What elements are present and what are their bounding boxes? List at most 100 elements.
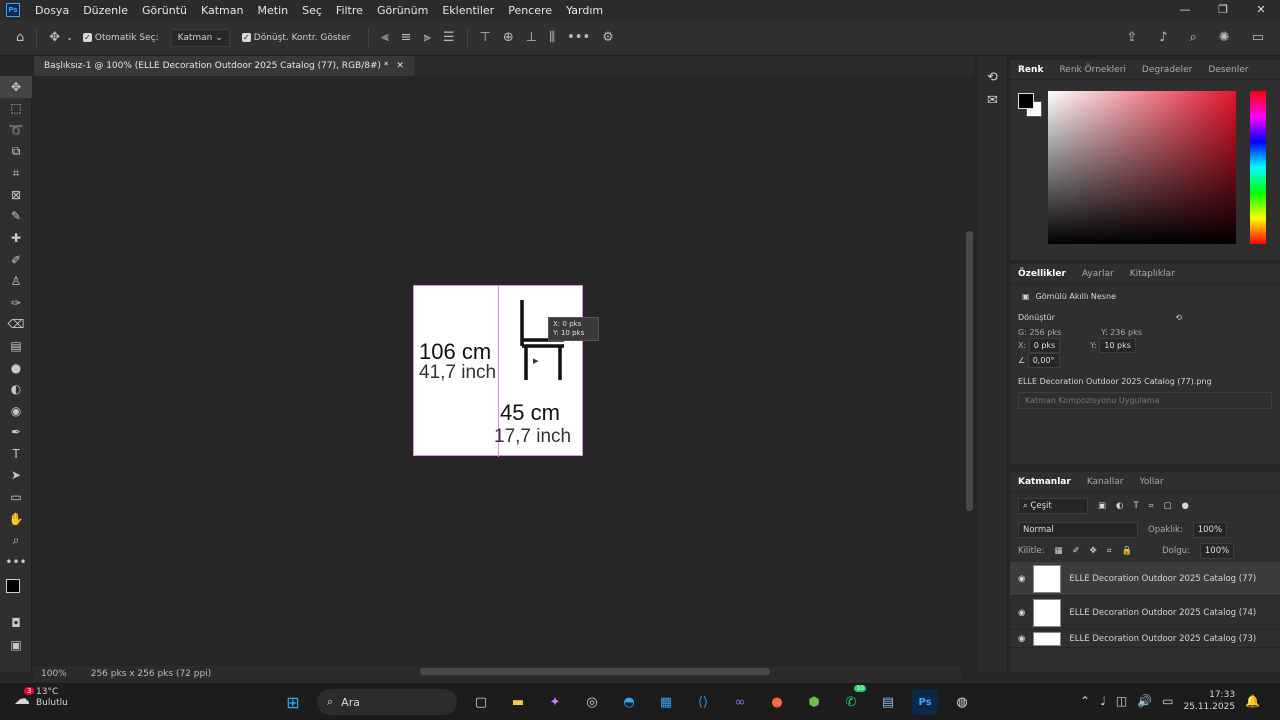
tab-swatches[interactable]: Renk Örnekleri <box>1059 65 1125 75</box>
eye-icon[interactable]: ◉ <box>1018 634 1025 644</box>
y-field[interactable]: 10 pks <box>1099 338 1136 353</box>
align-middle-icon[interactable]: ⊕ <box>503 30 514 45</box>
move-tool-icon[interactable]: ✥ <box>49 30 60 45</box>
stamp-tool-icon[interactable]: ♙ <box>0 270 32 292</box>
zoom-tool-icon[interactable]: ⌕ <box>0 529 32 551</box>
menu-layer[interactable]: Katman <box>194 4 251 17</box>
align-right-icon[interactable]: ⫸ <box>424 30 431 45</box>
auto-select-checkbox[interactable]: ✓ Otomatik Seç: <box>82 33 159 43</box>
comments-icon[interactable]: ✉ <box>978 93 1007 108</box>
gradient-tool-icon[interactable]: ▤ <box>0 335 32 357</box>
reset-icon[interactable]: ⟲ <box>1175 313 1182 322</box>
color-swatches[interactable] <box>0 573 31 613</box>
filter-pixel-icon[interactable]: ▣ <box>1098 501 1106 511</box>
search-icon[interactable]: ⌕ <box>1190 30 1197 45</box>
distribute-icon[interactable]: ☰ <box>443 30 455 45</box>
marquee-tool-icon[interactable]: ⬚ <box>0 98 32 120</box>
opacity-field[interactable]: 100% <box>1192 522 1228 538</box>
notification-icon[interactable]: 🔔 <box>1245 694 1260 708</box>
align-center-icon[interactable]: ≡ <box>401 30 412 45</box>
home-icon[interactable]: ⌂ <box>16 30 24 45</box>
filter-toggle-icon[interactable]: ● <box>1181 501 1188 511</box>
quick-mask-icon[interactable]: ◘ <box>0 613 32 635</box>
angle-field[interactable]: 0,00° <box>1027 353 1060 368</box>
tab-color[interactable]: Renk <box>1018 65 1043 75</box>
tab-gradients[interactable]: Degradeler <box>1142 65 1192 75</box>
chevron-up-icon[interactable]: ⌃ <box>1080 694 1090 708</box>
document-info[interactable]: 256 pks x 256 pks (72 ppi) <box>91 669 211 679</box>
volume-icon[interactable]: 🔊 <box>1137 694 1152 708</box>
notepad-icon[interactable]: ▤ <box>875 689 901 715</box>
battery-icon[interactable]: ▭ <box>1162 694 1173 708</box>
blend-mode-dropdown[interactable]: Normal <box>1018 522 1138 538</box>
document-tab[interactable]: Başlıksız-1 @ 100% (ELLE Decoration Outd… <box>34 56 414 76</box>
foreground-color-swatch[interactable] <box>1018 93 1034 109</box>
show-transform-checkbox[interactable]: ✓ Dönüşt. Kontr. Göster <box>241 33 350 43</box>
document-canvas[interactable]: 106 cm 41,7 inch 45 cm 17,7 inch <box>413 285 583 457</box>
lock-all-icon[interactable]: 🔒 <box>1122 546 1133 556</box>
windows-start-icon[interactable]: ⊞ <box>280 689 306 715</box>
chrome-icon[interactable]: ◍ <box>949 689 975 715</box>
clock[interactable]: 17:33 25.11.2025 <box>1184 689 1236 713</box>
menu-image[interactable]: Görüntü <box>135 4 194 17</box>
target-dropdown[interactable]: Katman ⌄ <box>170 28 230 47</box>
object-select-tool-icon[interactable]: ⧉ <box>0 141 32 163</box>
filter-adjustment-icon[interactable]: ◐ <box>1116 501 1123 511</box>
vertical-scrollbar[interactable] <box>963 76 975 666</box>
microphone-icon[interactable]: ♩ <box>1100 694 1106 708</box>
type-tool-icon[interactable]: T <box>0 443 32 465</box>
sponge-tool-icon[interactable]: ◉ <box>0 400 32 422</box>
zoom-level[interactable]: 100% <box>41 669 67 679</box>
menu-type[interactable]: Metin <box>251 4 296 17</box>
eye-icon[interactable]: ◉ <box>1018 608 1025 618</box>
menu-plugins[interactable]: Eklentiler <box>435 4 501 17</box>
lock-brush-icon[interactable]: ✐ <box>1072 546 1079 556</box>
postman-icon[interactable]: ● <box>764 689 790 715</box>
menu-window[interactable]: Pencere <box>501 4 559 17</box>
store-icon[interactable]: ▦ <box>653 689 679 715</box>
lock-position-icon[interactable]: ✥ <box>1090 546 1097 556</box>
lasso-tool-icon[interactable]: ➰ <box>0 119 32 141</box>
tab-patterns[interactable]: Desenler <box>1208 65 1248 75</box>
height-value[interactable]: 236 pks <box>1110 328 1142 337</box>
healing-tool-icon[interactable]: ✚ <box>0 227 32 249</box>
chevron-down-icon[interactable]: ⌄ <box>66 33 73 42</box>
tab-properties[interactable]: Özellikler <box>1018 269 1066 279</box>
copilot-icon[interactable]: ✦ <box>542 689 568 715</box>
task-view-icon[interactable]: ▢ <box>468 689 494 715</box>
share-icon[interactable]: ⇪ <box>1126 30 1137 45</box>
distribute-vertical-icon[interactable]: ⫼ <box>549 30 555 45</box>
crop-tool-icon[interactable]: ⌗ <box>0 162 32 184</box>
close-icon[interactable]: ✕ <box>1242 0 1280 20</box>
network-icon[interactable]: ◫ <box>1116 694 1127 708</box>
lock-artboard-icon[interactable]: ⌗ <box>1107 546 1112 556</box>
frame-tool-icon[interactable]: ⊠ <box>0 184 32 206</box>
eraser-tool-icon[interactable]: ⌫ <box>0 314 32 336</box>
filter-shape-icon[interactable]: ⌗ <box>1149 501 1154 511</box>
lock-pixels-icon[interactable]: ▦ <box>1054 546 1062 556</box>
x-field[interactable]: 0 pks <box>1028 338 1061 353</box>
horizontal-scrollbar[interactable] <box>240 666 970 678</box>
search-box[interactable]: ⌕ Ara <box>317 689 457 715</box>
more-tools-icon[interactable]: ••• <box>0 551 32 573</box>
pen-tool-icon[interactable]: ✒ <box>0 422 32 444</box>
shape-tool-icon[interactable]: ▭ <box>0 486 32 508</box>
app-icon[interactable]: ◎ <box>579 689 605 715</box>
gear-icon[interactable]: ⚙ <box>602 30 614 45</box>
hand-tool-icon[interactable]: ✋ <box>0 508 32 530</box>
file-explorer-icon[interactable]: ▬ <box>505 689 531 715</box>
hue-slider[interactable] <box>1250 91 1266 244</box>
menu-help[interactable]: Yardım <box>559 4 610 17</box>
tab-adjustments[interactable]: Ayarlar <box>1082 269 1114 279</box>
menu-edit[interactable]: Düzenle <box>76 4 135 17</box>
lightbulb-icon[interactable]: ✺ <box>1219 30 1230 45</box>
align-top-icon[interactable]: ⊤ <box>480 30 491 45</box>
tab-paths[interactable]: Yollar <box>1140 477 1164 487</box>
path-select-tool-icon[interactable]: ➤ <box>0 465 32 487</box>
menu-file[interactable]: Dosya <box>28 4 76 17</box>
layer-row[interactable]: ◉ ELLE Decoration Outdoor 2025 Catalog (… <box>1010 596 1280 630</box>
layer-row[interactable]: ◉ ELLE Decoration Outdoor 2025 Catalog (… <box>1010 562 1280 596</box>
workspace-icon[interactable]: ▭ <box>1252 30 1264 45</box>
history-icon[interactable]: ⟲ <box>978 70 1007 85</box>
whatsapp-icon[interactable]: ✆ 10 <box>838 685 866 715</box>
